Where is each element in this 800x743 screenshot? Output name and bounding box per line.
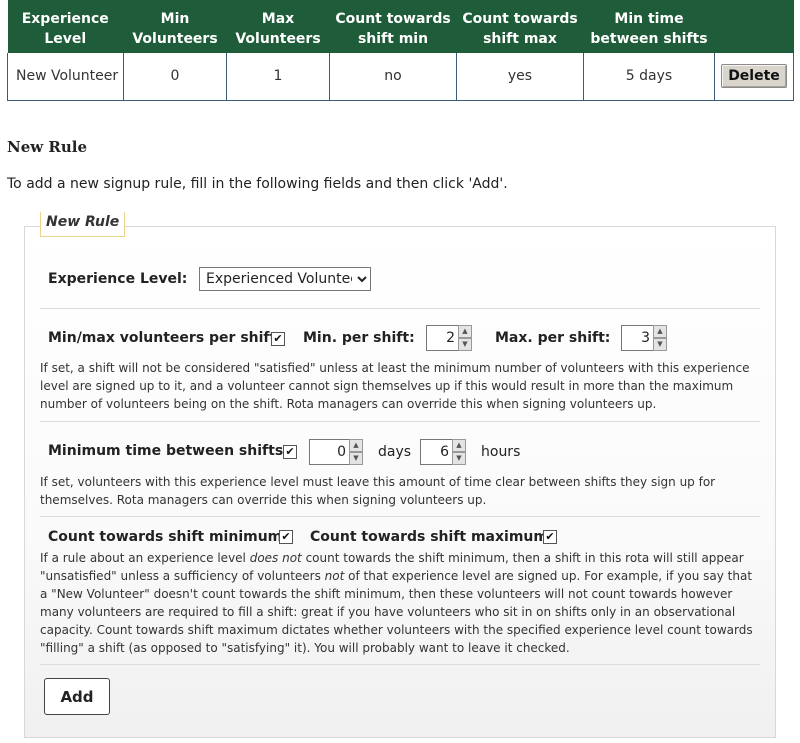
stepper-up-icon[interactable]: ▲ bbox=[653, 325, 667, 338]
count-help-emphasis-1: does not bbox=[249, 551, 302, 565]
max-per-shift-stepper[interactable]: ▲ ▼ bbox=[621, 325, 667, 351]
cell-count-shift-min: no bbox=[329, 53, 457, 101]
cell-experience-level: New Volunteer bbox=[7, 53, 124, 101]
days-arrows[interactable]: ▲ ▼ bbox=[349, 439, 363, 465]
cell-count-shift-max: yes bbox=[456, 53, 584, 101]
minmax-help: If set, a shift will not be considered "… bbox=[40, 361, 750, 411]
max-per-shift-input[interactable] bbox=[621, 325, 653, 351]
divider bbox=[40, 664, 760, 665]
divider bbox=[40, 421, 760, 422]
new-rule-intro: To add a new signup rule, fill in the fo… bbox=[7, 176, 508, 192]
max-per-shift-arrows[interactable]: ▲ ▼ bbox=[653, 325, 667, 351]
header-actions bbox=[714, 0, 794, 53]
min-time-label: Minimum time between shifts: bbox=[48, 443, 289, 459]
hours-arrows[interactable]: ▲ ▼ bbox=[452, 439, 466, 465]
header-min-time: Min time between shifts bbox=[583, 0, 715, 53]
header-count-shift-min: Count towards shift min bbox=[329, 0, 457, 53]
hours-input[interactable] bbox=[420, 439, 452, 465]
min-per-shift-stepper[interactable]: ▲ ▼ bbox=[426, 325, 472, 351]
rules-table: Experience Level Min Volunteers Max Volu… bbox=[7, 0, 794, 101]
stepper-down-icon[interactable]: ▼ bbox=[349, 452, 363, 465]
table-row: New Volunteer 0 1 no yes 5 days Delete bbox=[7, 53, 794, 101]
minmax-label: Min/max volunteers per shift: bbox=[48, 330, 282, 346]
delete-button[interactable]: Delete bbox=[721, 64, 787, 89]
stepper-down-icon[interactable]: ▼ bbox=[653, 338, 667, 351]
stepper-down-icon[interactable]: ▼ bbox=[458, 338, 472, 351]
divider bbox=[40, 516, 760, 517]
add-button[interactable]: Add bbox=[44, 678, 110, 715]
count-help-emphasis-2: not bbox=[324, 569, 345, 583]
experience-level-label: Experience Level: bbox=[48, 271, 188, 287]
min-time-checkbox[interactable]: ✔ bbox=[283, 445, 297, 459]
count-max-checkbox[interactable]: ✔ bbox=[543, 530, 557, 544]
count-min-checkbox[interactable]: ✔ bbox=[279, 530, 293, 544]
header-experience-level: Experience Level bbox=[7, 0, 124, 53]
stepper-up-icon[interactable]: ▲ bbox=[349, 439, 363, 452]
stepper-down-icon[interactable]: ▼ bbox=[452, 452, 466, 465]
days-label: days bbox=[378, 444, 412, 460]
stepper-up-icon[interactable]: ▲ bbox=[452, 439, 466, 452]
header-min-volunteers: Min Volunteers bbox=[123, 0, 227, 53]
count-min-label: Count towards shift minimum: bbox=[48, 529, 288, 545]
min-time-help: If set, volunteers with this experience … bbox=[40, 475, 716, 507]
new-rule-legend: New Rule bbox=[40, 212, 126, 237]
min-per-shift-input[interactable] bbox=[426, 325, 458, 351]
count-help-text-1: If a rule about an experience level bbox=[40, 551, 250, 565]
days-input[interactable] bbox=[309, 439, 349, 465]
header-max-volunteers: Max Volunteers bbox=[226, 0, 330, 53]
days-stepper[interactable]: ▲ ▼ bbox=[309, 439, 363, 465]
cell-max-volunteers: 1 bbox=[226, 53, 330, 101]
new-rule-heading: New Rule bbox=[7, 138, 88, 156]
min-per-shift-label: Min. per shift: bbox=[303, 330, 415, 346]
count-help: If a rule about an experience level does… bbox=[40, 549, 756, 657]
table-header-row: Experience Level Min Volunteers Max Volu… bbox=[7, 0, 794, 53]
divider bbox=[40, 308, 760, 309]
cell-actions: Delete bbox=[714, 53, 794, 101]
stepper-up-icon[interactable]: ▲ bbox=[458, 325, 472, 338]
hours-label: hours bbox=[481, 444, 521, 460]
minmax-checkbox[interactable]: ✔ bbox=[271, 332, 285, 346]
max-per-shift-label: Max. per shift: bbox=[495, 330, 611, 346]
header-count-shift-max: Count towards shift max bbox=[456, 0, 584, 53]
min-per-shift-arrows[interactable]: ▲ ▼ bbox=[458, 325, 472, 351]
cell-min-volunteers: 0 bbox=[123, 53, 227, 101]
experience-level-select[interactable]: Experienced Volunteer bbox=[199, 267, 371, 291]
count-max-label: Count towards shift maximum: bbox=[310, 529, 554, 545]
hours-stepper[interactable]: ▲ ▼ bbox=[420, 439, 466, 465]
cell-min-time: 5 days bbox=[583, 53, 715, 101]
